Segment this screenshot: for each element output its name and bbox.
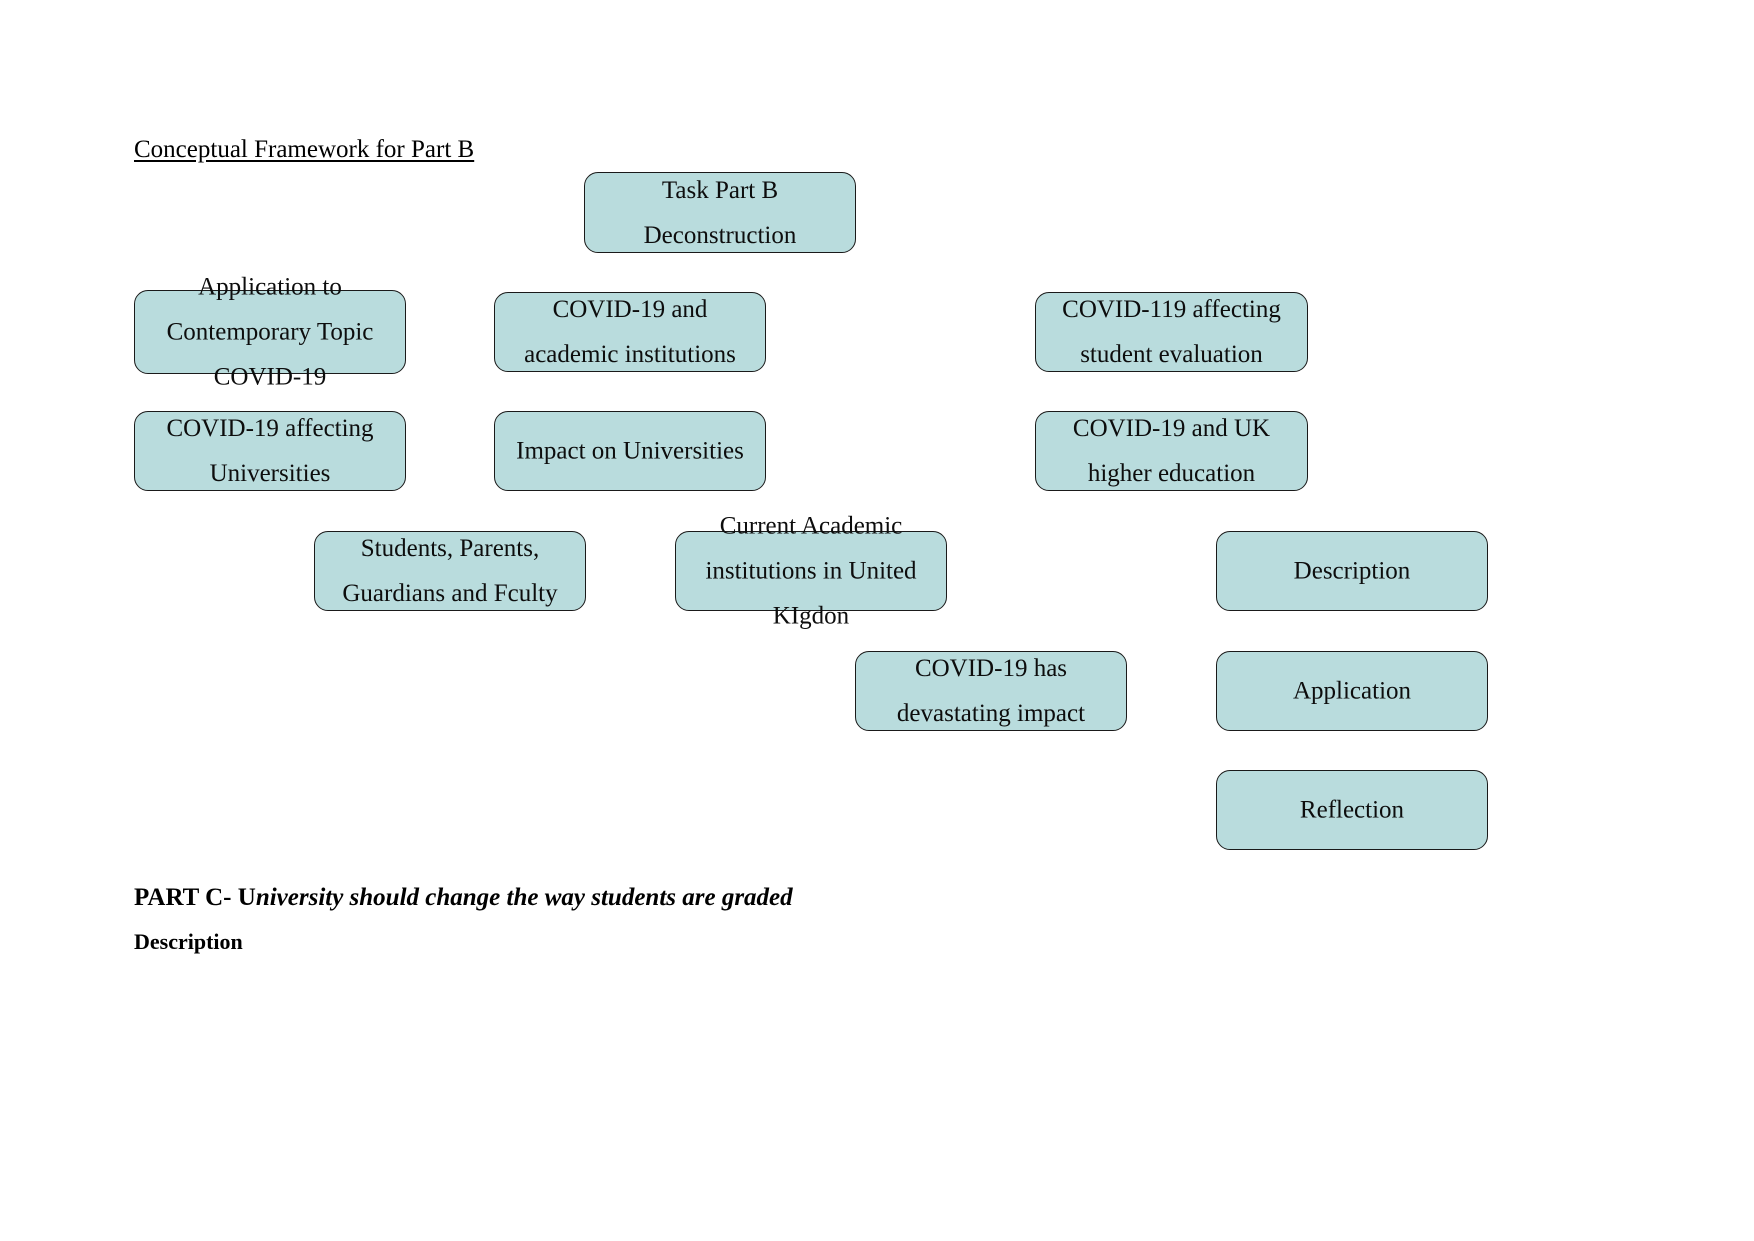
flowchart-node-covid-uk-he[interactable]: COVID-19 and UK higher education bbox=[1035, 411, 1308, 491]
flowchart-node-label: COVID-119 affecting student evaluation bbox=[1062, 296, 1281, 368]
flowchart-node-label: Application bbox=[1292, 677, 1412, 705]
flowchart-node-label: Reflection bbox=[1299, 796, 1405, 824]
flowchart-node-label: COVID-19 and UK higher education bbox=[1072, 415, 1271, 487]
flowchart-node-label: Current Academic institutions in United … bbox=[705, 512, 917, 630]
part-c-heading: PART C- University should change the way… bbox=[134, 884, 793, 912]
flowchart-node-covid-devastating[interactable]: COVID-19 has devastating impact bbox=[855, 651, 1127, 731]
flowchart-node-label: Application to Contemporary Topic COVID-… bbox=[166, 273, 374, 391]
document-page: Conceptual Framework for Part B Task Par… bbox=[0, 0, 1754, 1241]
flowchart-node-covid-student-eval[interactable]: COVID-119 affecting student evaluation bbox=[1035, 292, 1308, 372]
page-title: Conceptual Framework for Part B bbox=[134, 136, 475, 163]
flowchart-node-application[interactable]: Application bbox=[1216, 651, 1488, 731]
part-c-statement: niversity should change the way students… bbox=[255, 884, 793, 911]
flowchart-node-label: COVID-19 affecting Universities bbox=[166, 415, 374, 487]
flowchart-node-label: Impact on Universities bbox=[516, 437, 744, 465]
flowchart-node-impact-universities[interactable]: Impact on Universities bbox=[494, 411, 766, 491]
flowchart-node-label: Students, Parents, Guardians and Fculty bbox=[342, 535, 558, 607]
flowchart-node-label: COVID-19 has devastating impact bbox=[896, 655, 1086, 727]
flowchart-node-label: Description bbox=[1293, 557, 1411, 585]
flowchart-node-current-academic-uk[interactable]: Current Academic institutions in United … bbox=[675, 513, 947, 630]
flowchart-node-label: Task Part B Deconstruction bbox=[643, 176, 797, 249]
flowchart-node-description[interactable]: Description bbox=[1216, 531, 1488, 611]
flowchart-node-application-topic[interactable]: Application to Contemporary Topic COVID-… bbox=[134, 274, 406, 391]
description-heading: Description bbox=[134, 929, 243, 954]
flowchart-node-task-part-b[interactable]: Task Part B Deconstruction bbox=[584, 172, 856, 253]
flowchart-node-students-parents[interactable]: Students, Parents, Guardians and Fculty bbox=[314, 531, 586, 611]
flowchart-node-covid-academic[interactable]: COVID-19 and academic institutions bbox=[494, 292, 766, 372]
flowchart-node-covid-universities[interactable]: COVID-19 affecting Universities bbox=[134, 411, 406, 491]
flowchart-node-reflection[interactable]: Reflection bbox=[1216, 770, 1488, 850]
part-c-label: PART C- U bbox=[134, 884, 256, 911]
flowchart-node-label: COVID-19 and academic institutions bbox=[524, 296, 736, 368]
